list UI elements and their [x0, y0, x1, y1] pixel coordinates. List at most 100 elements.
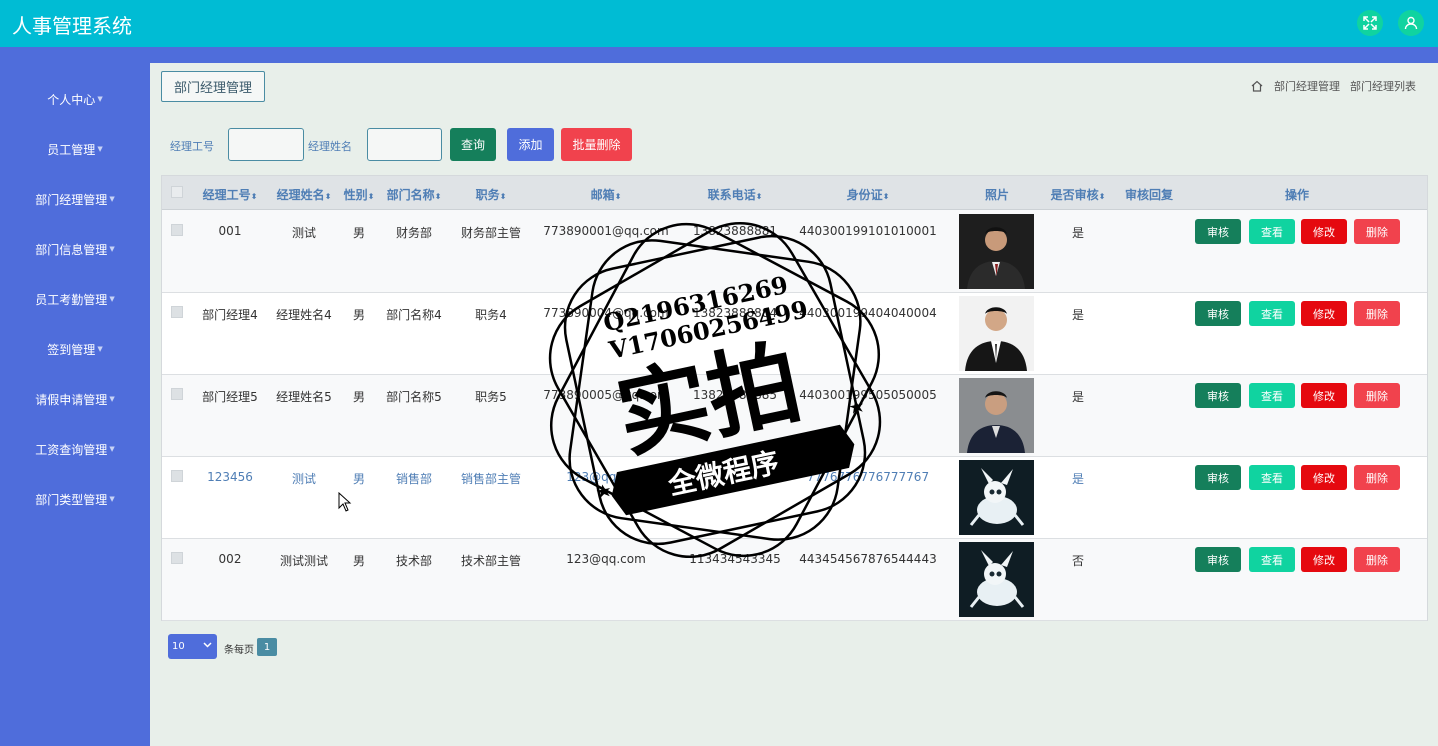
manager-photo: [959, 214, 1034, 289]
cell-idcard: 7776776776777767: [806, 470, 930, 484]
sidebar-item-checkin[interactable]: 签到管理 ▼: [0, 334, 150, 364]
batch-delete-button[interactable]: 批量删除: [561, 128, 632, 161]
audit-button[interactable]: 审核: [1195, 383, 1241, 408]
view-button[interactable]: 查看: [1249, 219, 1295, 244]
page-number-button[interactable]: 1: [257, 638, 277, 656]
manager-photo: [959, 378, 1034, 453]
home-icon[interactable]: [1250, 79, 1264, 93]
breadcrumb-item[interactable]: 部门经理管理: [1274, 78, 1340, 94]
sidebar-item-dept-info[interactable]: 部门信息管理 ▼: [0, 234, 150, 264]
sidebar-item-dept-managers[interactable]: 部门经理管理 ▼: [0, 184, 150, 214]
sidebar-item-label: 个人中心: [47, 92, 96, 107]
table-row: 002 测试测试 男 技术部 技术部主管 123@qq.com 11343454…: [162, 539, 1427, 621]
add-button[interactable]: 添加: [507, 128, 554, 161]
cell-email: 123@qq.com: [566, 470, 646, 484]
cell-id: 001: [218, 224, 242, 238]
top-bar: 人事管理系统: [0, 0, 1438, 47]
cell-id: 123456: [207, 470, 253, 484]
sidebar-item-label: 部门类型管理: [35, 492, 108, 507]
cell-gender: 男: [352, 226, 366, 240]
delete-button[interactable]: 删除: [1354, 465, 1400, 490]
sidebar-item-salary[interactable]: 工资查询管理 ▼: [0, 434, 150, 464]
cell-name: 经理姓名4: [276, 308, 332, 322]
table-header: 经理工号⬍ 经理姓名⬍ 性别⬍ 部门名称⬍ 职务⬍ 邮箱⬍ 联系电话⬍ 身份证⬍…: [162, 176, 1427, 210]
breadcrumb-item: 部门经理列表: [1350, 80, 1416, 93]
column-header: 照片: [984, 188, 1010, 202]
row-checkbox[interactable]: [171, 306, 183, 318]
page-tab[interactable]: 部门经理管理: [161, 71, 266, 102]
cell-dept: 销售部: [395, 472, 433, 486]
edit-button[interactable]: 修改: [1301, 301, 1347, 326]
cell-phone: 13823888885: [693, 388, 777, 402]
cell-email: 773890001@qq.com: [543, 224, 669, 238]
sidebar-item-employees[interactable]: 员工管理 ▼: [0, 134, 150, 164]
sidebar-item-leave[interactable]: 请假申请管理 ▼: [0, 384, 150, 414]
audit-button[interactable]: 审核: [1195, 465, 1241, 490]
cell-position: 财务部主管: [460, 226, 522, 240]
sidebar-item-attendance[interactable]: 员工考勤管理 ▼: [0, 284, 150, 314]
sidebar-item-label: 员工管理: [47, 142, 96, 157]
app-title: 人事管理系统: [12, 14, 132, 38]
page-size-select[interactable]: 10: [168, 634, 217, 659]
edit-button[interactable]: 修改: [1301, 383, 1347, 408]
cell-audited: 是: [1071, 226, 1085, 240]
row-checkbox[interactable]: [171, 470, 183, 482]
column-header[interactable]: 职务⬍: [476, 186, 507, 203]
column-header[interactable]: 经理姓名⬍: [277, 186, 332, 203]
caret-down-icon: ▼: [97, 95, 103, 103]
view-button[interactable]: 查看: [1249, 301, 1295, 326]
manager-photo: [959, 296, 1034, 371]
manager-name-input[interactable]: [367, 128, 442, 161]
cell-email: 123@qq.com: [566, 552, 646, 566]
column-header[interactable]: 联系电话⬍: [708, 186, 763, 203]
view-button[interactable]: 查看: [1249, 465, 1295, 490]
audit-button[interactable]: 审核: [1195, 547, 1241, 572]
edit-button[interactable]: 修改: [1301, 465, 1347, 490]
query-button[interactable]: 查询: [450, 128, 496, 161]
cell-idcard: 443454567876544443: [799, 552, 937, 566]
column-header[interactable]: 身份证⬍: [847, 186, 890, 203]
edit-button[interactable]: 修改: [1301, 547, 1347, 572]
sidebar-item-label: 工资查询管理: [35, 442, 108, 457]
cell-dept: 部门名称5: [386, 390, 442, 404]
cell-gender: 男: [352, 472, 366, 486]
column-header: 审核回复: [1124, 188, 1174, 202]
manager-id-input[interactable]: [228, 128, 304, 161]
chevron-down-icon: [203, 640, 212, 652]
view-button[interactable]: 查看: [1249, 383, 1295, 408]
fullscreen-icon[interactable]: [1357, 10, 1383, 36]
column-header: 操作: [1284, 188, 1310, 202]
select-all-checkbox[interactable]: [171, 186, 183, 198]
audit-button[interactable]: 审核: [1195, 301, 1241, 326]
sidebar-item-dept-types[interactable]: 部门类型管理 ▼: [0, 484, 150, 514]
delete-button[interactable]: 删除: [1354, 301, 1400, 326]
cell-position: 职务5: [475, 390, 507, 404]
delete-button[interactable]: 删除: [1354, 219, 1400, 244]
caret-down-icon: ▼: [109, 195, 115, 203]
cell-phone: 113434543345: [689, 552, 781, 566]
delete-button[interactable]: 删除: [1354, 383, 1400, 408]
per-page-label: 条每页: [224, 645, 254, 656]
row-checkbox[interactable]: [171, 224, 183, 236]
page-size-value: 10: [172, 641, 185, 652]
column-header[interactable]: 部门名称⬍: [387, 186, 442, 203]
column-header[interactable]: 性别⬍: [344, 186, 375, 203]
edit-button[interactable]: 修改: [1301, 219, 1347, 244]
column-header[interactable]: 经理工号⬍: [203, 186, 258, 203]
table-row: 001 测试 男 财务部 财务部主管 773890001@qq.com 1382…: [162, 211, 1427, 293]
user-icon[interactable]: [1398, 10, 1424, 36]
sidebar-item-label: 员工考勤管理: [35, 292, 108, 307]
view-button[interactable]: 查看: [1249, 547, 1295, 572]
cell-name: 经理姓名5: [276, 390, 332, 404]
sidebar-item-label: 部门经理管理: [35, 192, 108, 207]
column-header[interactable]: 邮箱⬍: [591, 186, 622, 203]
row-checkbox[interactable]: [171, 388, 183, 400]
column-header[interactable]: 是否审核⬍: [1051, 186, 1106, 203]
row-checkbox[interactable]: [171, 552, 183, 564]
audit-button[interactable]: 审核: [1195, 219, 1241, 244]
cell-id: 部门经理4: [202, 308, 258, 322]
manager-id-label: 经理工号: [170, 140, 214, 153]
delete-button[interactable]: 删除: [1354, 547, 1400, 572]
sidebar-item-profile[interactable]: 个人中心 ▼: [0, 84, 150, 114]
sidebar: 个人中心 ▼ 员工管理 ▼ 部门经理管理 ▼ 部门信息管理 ▼ 员工考勤管理 ▼ 签到管理…: [0, 63, 150, 746]
